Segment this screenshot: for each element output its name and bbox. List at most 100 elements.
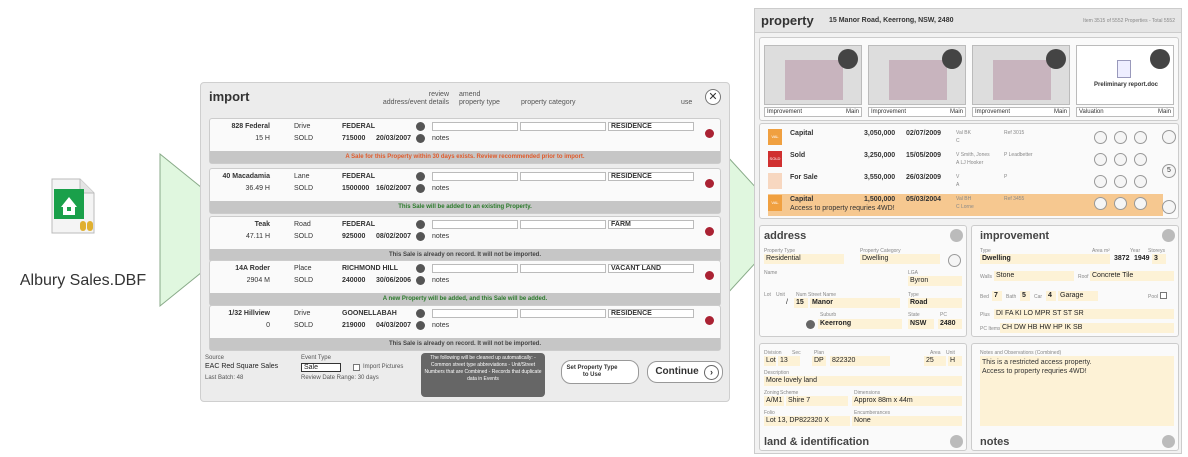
street-number-value[interactable]: 15 <box>794 298 808 308</box>
use-select[interactable]: RESIDENCE <box>608 122 694 131</box>
property-type-select[interactable] <box>432 264 518 273</box>
remove-icon[interactable] <box>705 316 714 325</box>
use-select[interactable]: RESIDENCE <box>608 309 694 318</box>
amend-icon[interactable] <box>416 134 425 143</box>
photo-options-icon[interactable] <box>1046 49 1066 69</box>
zoning-value[interactable]: A/M1 <box>764 396 784 406</box>
notes-section-icon[interactable] <box>1162 435 1175 448</box>
encumberances-value[interactable]: None <box>852 416 962 426</box>
photo-options-icon[interactable] <box>838 49 858 69</box>
set-property-type-button[interactable]: Set Property Type to Use <box>561 360 639 384</box>
photo-label[interactable]: Improvement Main <box>972 107 1070 117</box>
event-type-select[interactable]: Sale <box>301 363 341 372</box>
list-icon[interactable] <box>1094 153 1107 166</box>
dimensions-value[interactable]: Approx 88m x 44m <box>852 396 962 406</box>
history-icon[interactable] <box>1114 153 1127 166</box>
use-select[interactable]: VACANT LAND <box>608 264 694 273</box>
amend-icon[interactable] <box>416 184 425 193</box>
suburb-value[interactable]: Keerrong <box>818 319 902 329</box>
car-value[interactable]: 4 <box>1046 291 1056 301</box>
plus-value[interactable]: DI FA KI LO MPR ST ST SR <box>994 309 1174 319</box>
notes-field[interactable]: notes <box>432 135 449 142</box>
plan-type-value[interactable]: DP <box>812 356 826 366</box>
photo-options-icon[interactable] <box>1150 49 1170 69</box>
plan-value[interactable]: 822320 <box>830 356 890 366</box>
lot-number-value[interactable]: 13 <box>778 356 800 366</box>
sale-row[interactable]: VAL Capital 3,050,000 02/07/2009 Val BK … <box>768 128 1163 148</box>
main-flag[interactable]: Main <box>1054 108 1067 116</box>
remove-icon[interactable] <box>705 271 714 280</box>
sale-row[interactable]: VAL Capital 1,500,000 05/03/2004 Val BH … <box>768 194 1163 216</box>
remove-icon[interactable] <box>705 129 714 138</box>
area-value[interactable]: 3872 <box>1112 254 1130 264</box>
property-category-select[interactable] <box>520 264 606 273</box>
use-select[interactable]: FARM <box>608 220 694 229</box>
scheme-value[interactable]: Shire 7 <box>786 396 848 406</box>
amend-icon[interactable] <box>416 232 425 241</box>
sale-row[interactable]: For Sale 3,550,000 26/03/2009 V A P <box>768 172 1163 192</box>
detail-icon[interactable] <box>1134 197 1147 210</box>
land-unit-value[interactable]: H <box>948 356 962 366</box>
property-category-select[interactable] <box>520 220 606 229</box>
list-icon[interactable] <box>1094 197 1107 210</box>
property-type-value[interactable]: Residential <box>764 254 844 264</box>
remove-icon[interactable] <box>705 227 714 236</box>
street-type-value[interactable]: Road <box>908 298 962 308</box>
photo-label[interactable]: Improvement Main <box>764 107 862 117</box>
sale-row[interactable]: SOLD Sold 3,250,000 15/05/2009 V Smith, … <box>768 150 1163 170</box>
continue-button[interactable]: Continue › <box>647 361 723 383</box>
photo-thumbnail[interactable] <box>972 45 1070 105</box>
pool-checkbox[interactable] <box>1160 292 1167 299</box>
roof-value[interactable]: Concrete Tile <box>1090 271 1174 281</box>
street-name-value[interactable]: Manor <box>810 298 900 308</box>
main-flag[interactable]: Main <box>950 108 963 116</box>
pc-items-value[interactable]: CH DW HB HW HP IK SB <box>1000 323 1174 333</box>
close-button[interactable]: ✕ <box>705 89 721 105</box>
property-type-select[interactable] <box>432 220 518 229</box>
main-flag[interactable]: Main <box>846 108 859 116</box>
property-category-select[interactable] <box>520 309 606 318</box>
history-icon[interactable] <box>1114 175 1127 188</box>
land-section-icon[interactable] <box>950 435 963 448</box>
history-icon[interactable] <box>1114 197 1127 210</box>
scroll-up-icon[interactable] <box>1162 130 1176 144</box>
scroll-down-icon[interactable] <box>1162 200 1176 214</box>
property-type-select[interactable] <box>432 309 518 318</box>
improvement-section-icon[interactable] <box>1162 229 1175 242</box>
photo-label[interactable]: Valuation Main <box>1076 107 1174 117</box>
photo-label[interactable]: Improvement Main <box>868 107 966 117</box>
bed-value[interactable]: 7 <box>992 291 1002 301</box>
notes-field[interactable]: notes <box>432 277 449 284</box>
storeys-value[interactable]: 3 <box>1152 254 1166 264</box>
list-icon[interactable] <box>1094 131 1107 144</box>
lga-value[interactable]: Byron <box>908 276 962 286</box>
postcode-value[interactable]: 2480 <box>938 319 962 329</box>
garage-value[interactable]: Garage <box>1058 291 1098 301</box>
history-icon[interactable] <box>1114 131 1127 144</box>
import-pictures-checkbox[interactable] <box>353 364 360 371</box>
photo-options-icon[interactable] <box>942 49 962 69</box>
photo-thumbnail[interactable]: Preliminary report.doc <box>1076 45 1174 105</box>
remove-icon[interactable] <box>705 179 714 188</box>
property-category-value[interactable]: Dwelling <box>860 254 940 264</box>
locate-icon[interactable] <box>806 320 815 329</box>
land-area-value[interactable]: 25 <box>924 356 946 366</box>
detail-icon[interactable] <box>1134 153 1147 166</box>
property-type-select[interactable] <box>432 172 518 181</box>
notes-field[interactable]: notes <box>432 185 449 192</box>
lot-value[interactable]: Lot <box>764 356 776 366</box>
link-icon[interactable] <box>948 254 961 267</box>
review-icon[interactable] <box>416 264 425 273</box>
property-category-select[interactable] <box>520 122 606 131</box>
bath-value[interactable]: 5 <box>1020 291 1030 301</box>
state-value[interactable]: NSW <box>908 319 934 329</box>
main-flag[interactable]: Main <box>1158 108 1171 116</box>
amend-icon[interactable] <box>416 321 425 330</box>
notes-field[interactable]: notes <box>432 322 449 329</box>
address-section-icon[interactable] <box>950 229 963 242</box>
review-icon[interactable] <box>416 172 425 181</box>
review-icon[interactable] <box>416 220 425 229</box>
review-icon[interactable] <box>416 309 425 318</box>
amend-icon[interactable] <box>416 276 425 285</box>
detail-icon[interactable] <box>1134 175 1147 188</box>
